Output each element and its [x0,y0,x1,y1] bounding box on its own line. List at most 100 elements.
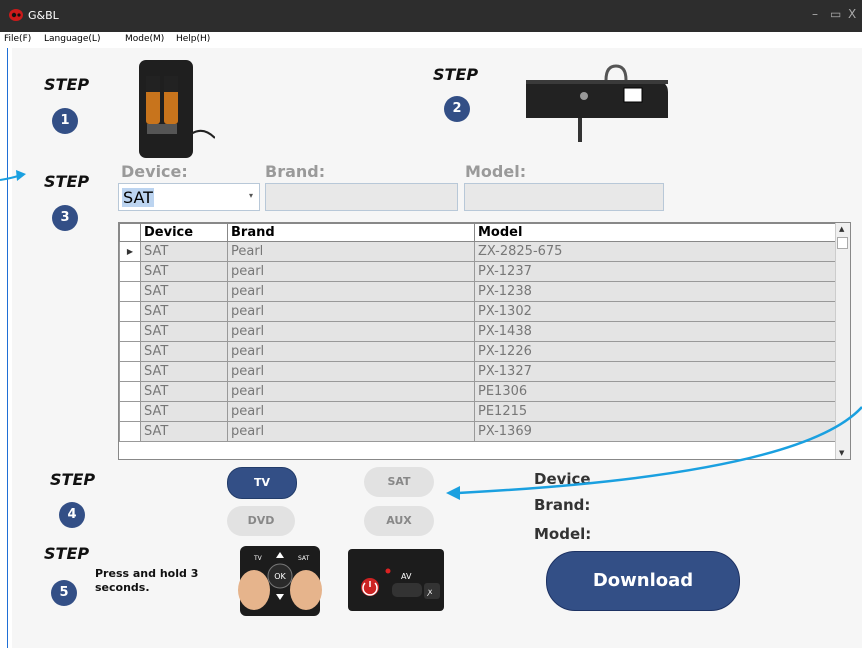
press-hold-line2: seconds. [95,581,150,594]
row-header-corner [119,223,141,242]
row-header [119,381,141,402]
cell-brand: pearl [227,361,475,382]
title-bar: G&BL – ▭ X [0,0,862,32]
cell-model: PX-1438 [474,321,839,342]
cell-device: SAT [140,361,228,382]
cell-brand: pearl [227,301,475,322]
cell-device: SAT [140,341,228,362]
arrow-to-step3-icon [0,170,26,181]
cell-device: SAT [140,401,228,422]
step-3-number: 3 [52,205,78,231]
download-button[interactable]: Download [546,551,740,611]
row-header [119,321,141,342]
scrollbar-thumb[interactable] [837,237,848,249]
table-row[interactable]: SAT pearl PX-1327 [119,361,839,382]
row-header [119,301,141,322]
column-header-model[interactable]: Model [474,223,839,242]
table-row[interactable]: SAT pearl PX-1302 [119,301,839,322]
cell-model: ZX-2825-675 [474,241,839,262]
column-header-brand[interactable]: Brand [227,223,475,242]
cell-brand: pearl [227,341,475,362]
app-logo-icon [9,9,23,21]
model-label: Model: [465,162,527,181]
table-row[interactable]: SAT pearl PX-1438 [119,321,839,342]
table-row[interactable]: SAT pearl PX-1226 [119,341,839,362]
sat-key-label: SAT [298,555,310,562]
mode-aux-button[interactable]: AUX [364,506,434,536]
tv-key-label: TV [253,555,263,562]
step-3-label: STEP [44,172,90,191]
row-header [119,401,141,422]
brand-label: Brand: [265,162,326,181]
row-header [119,421,141,442]
row-header [119,341,141,362]
step-4-number: 4 [59,502,85,528]
menu-bar: File(F) Language(L) Mode(M) Help(H) [0,32,862,48]
cell-brand: pearl [227,381,475,402]
cell-device: SAT [140,261,228,282]
mode-tv-button[interactable]: TV [227,467,297,499]
arrow-to-sat-icon [446,406,862,500]
window-border [7,48,8,648]
step-1-label: STEP [44,75,90,94]
mode-sat-button[interactable]: SAT [364,467,434,497]
maximize-button[interactable]: ▭ [830,7,841,21]
remote-battery-image [139,60,215,158]
menu-language[interactable]: Language(L) [44,34,100,44]
step-5-label: STEP [44,544,90,563]
cell-brand: Pearl [227,241,475,262]
cell-brand: pearl [227,261,475,282]
mode-dvd-button[interactable]: DVD [227,506,295,536]
row-header [119,361,141,382]
receiver-box-image [526,64,668,142]
table-row[interactable]: SAT pearl PX-1237 [119,261,839,282]
cell-device: SAT [140,241,228,262]
row-selector-icon: ▶ [119,241,141,262]
cell-brand: pearl [227,281,475,302]
cell-model: PX-1237 [474,261,839,282]
cell-device: SAT [140,281,228,302]
info-model-label: Model: [534,525,592,543]
table-row[interactable]: SAT pearl PX-1238 [119,281,839,302]
step-4-label: STEP [50,470,96,489]
cell-brand: pearl [227,401,475,422]
cell-model: PX-1327 [474,361,839,382]
step-1-number: 1 [52,108,78,134]
svg-text:ꭗ: ꭗ [426,587,433,596]
model-field[interactable] [464,183,664,211]
press-hold-instruction: Press and hold 3 seconds. [95,567,215,595]
cell-model: PX-1302 [474,301,839,322]
column-header-device[interactable]: Device [140,223,228,242]
press-hold-line1: Press and hold 3 [95,567,199,580]
cell-model: PX-1226 [474,341,839,362]
remote-keys-image: OK TV SAT [232,542,328,618]
device-dropdown-value: SAT [122,188,154,207]
device-dropdown[interactable]: SAT ▾ [118,183,260,211]
row-header [119,261,141,282]
remote-power-av-image: AV ꭗ [348,549,444,611]
menu-mode[interactable]: Mode(M) [125,34,164,44]
step-2-label: STEP [433,65,479,84]
cell-brand: pearl [227,321,475,342]
step-5-number: 5 [51,580,77,606]
brand-field[interactable] [265,183,458,211]
cell-device: SAT [140,381,228,402]
table-row[interactable]: ▶ SAT Pearl ZX-2825-675 [119,241,839,262]
cell-device: SAT [140,321,228,342]
ok-key-label: OK [274,572,286,581]
step-2-number: 2 [444,96,470,122]
av-key-label: AV [401,572,412,581]
cell-brand: pearl [227,421,475,442]
device-label: Device: [121,162,188,181]
menu-file[interactable]: File(F) [4,34,31,44]
cell-device: SAT [140,421,228,442]
menu-help[interactable]: Help(H) [176,34,210,44]
cell-model: PX-1238 [474,281,839,302]
row-header [119,281,141,302]
chevron-down-icon[interactable]: ▾ [249,191,253,200]
close-button[interactable]: X [848,7,856,21]
scroll-up-icon[interactable]: ▲ [839,225,844,233]
cell-device: SAT [140,301,228,322]
minimize-button[interactable]: – [812,7,818,21]
window-title: G&BL [28,9,59,22]
